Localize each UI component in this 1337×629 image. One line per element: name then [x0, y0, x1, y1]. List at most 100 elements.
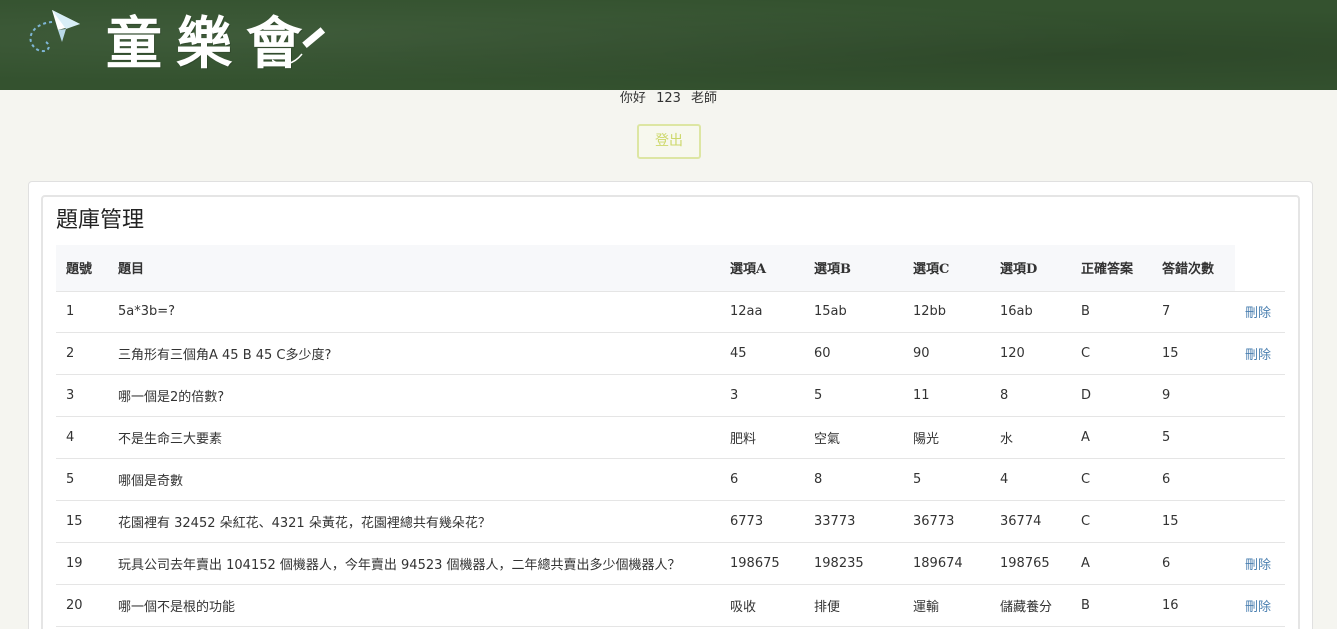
- logout-button[interactable]: 登出: [637, 124, 701, 159]
- user-name: 123: [656, 91, 681, 106]
- cell-id: 20: [56, 584, 108, 627]
- cell-option-b: 198235: [804, 542, 903, 585]
- cell-option-a: 6: [720, 458, 804, 501]
- cell-option-b: 空氣: [804, 416, 903, 459]
- cell-answer: B: [1071, 584, 1152, 627]
- delete-link[interactable]: 刪除: [1245, 558, 1271, 573]
- cell-option-d: 198765: [990, 542, 1071, 585]
- cell-option-d: 儲藏養分: [990, 584, 1071, 627]
- cell-question: 三角形有三個角A 45 B 45 C多少度?: [108, 332, 720, 375]
- table-row: 15 花園裡有 32452 朵紅花、4321 朵黃花，花園裡總共有幾朵花？ 6773…: [56, 500, 1285, 543]
- chalk-icon: [272, 27, 326, 65]
- cell-wrong-count: 6: [1152, 458, 1235, 501]
- cell-option-a: 6773: [720, 500, 804, 543]
- cell-wrong-count: 7: [1152, 291, 1235, 333]
- cell-answer: C: [1071, 458, 1152, 501]
- table-row: 2 三角形有三個角A 45 B 45 C多少度? 45 60 90 120 C 15 刪除: [56, 332, 1285, 375]
- cell-answer: D: [1071, 374, 1152, 417]
- cell-option-b: 60: [804, 332, 903, 375]
- cell-question: 不是生命三大要素: [108, 416, 720, 459]
- cell-actions: 刪除: [1235, 584, 1285, 627]
- cell-option-d: 120: [990, 332, 1071, 375]
- cell-wrong-count: 9: [1152, 374, 1235, 417]
- user-role: 老師: [691, 91, 718, 106]
- cell-option-c: 189674: [903, 542, 990, 585]
- cell-answer: C: [1071, 332, 1152, 375]
- cell-actions: [1235, 500, 1285, 543]
- cell-option-c: 36773: [903, 500, 990, 543]
- header-option-a: 選項A: [720, 245, 804, 292]
- greeting-text: 你好: [619, 91, 646, 106]
- cell-option-a: 12aa: [720, 291, 804, 333]
- cell-option-b: 5: [804, 374, 903, 417]
- cell-option-b: 15ab: [804, 291, 903, 333]
- cell-wrong-count: 15: [1152, 500, 1235, 543]
- table-row: 20 哪一個不是根的功能 吸收 排便 運輸 儲藏養分 B 16 刪除: [56, 584, 1285, 627]
- cell-question: 哪一個不是根的功能: [108, 584, 720, 627]
- header-question: 題目: [108, 245, 720, 292]
- header-wrong-count: 答錯次數: [1152, 245, 1235, 292]
- cell-id: 5: [56, 458, 108, 501]
- header-banner: 童樂會: [0, 0, 1337, 90]
- page-title: 題庫管理: [56, 208, 145, 233]
- table-row: 5 哪個是奇數 6 8 5 4 C 6: [56, 458, 1285, 501]
- question-table: 題號 題目 選項A 選項B 選項C 選項D 正確答案 答錯次數 1 5a*3b=?…: [56, 245, 1285, 627]
- table-row: 3 哪一個是2的倍數? 3 5 11 8 D 9: [56, 374, 1285, 417]
- cell-question: 花園裡有 32452 朵紅花、4321 朵黃花，花園裡總共有幾朵花？: [108, 500, 720, 543]
- table-row: 1 5a*3b=? 12aa 15ab 12bb 16ab B 7 刪除: [56, 291, 1285, 333]
- cell-actions: 刪除: [1235, 291, 1285, 333]
- cell-id: 2: [56, 332, 108, 375]
- table-row: 4 不是生命三大要素 肥料 空氣 陽光水 A 5: [56, 416, 1285, 459]
- cell-option-c: 運輸: [903, 584, 990, 627]
- cell-option-d: 8: [990, 374, 1071, 417]
- cell-option-a: 吸收: [720, 584, 804, 627]
- cell-actions: [1235, 374, 1285, 417]
- table-row: 19 玩具公司去年賣出 104152 個機器人，今年賣出 94523 個機器人，二…: [56, 542, 1285, 585]
- header-answer: 正確答案: [1071, 245, 1152, 292]
- cell-option-b: 8: [804, 458, 903, 501]
- cell-option-a: 45: [720, 332, 804, 375]
- header-option-c: 選項C: [903, 245, 990, 292]
- cell-actions: 刪除: [1235, 542, 1285, 585]
- cell-option-c: 12bb: [903, 291, 990, 333]
- delete-link[interactable]: 刪除: [1245, 600, 1271, 615]
- cell-id: 3: [56, 374, 108, 417]
- cell-answer: B: [1071, 291, 1152, 333]
- table-header-row: 題號 題目 選項A 選項B 選項C 選項D 正確答案 答錯次數: [56, 245, 1285, 292]
- cell-id: 15: [56, 500, 108, 543]
- header-option-b: 選項B: [804, 245, 903, 292]
- cell-option-c: 陽光: [903, 416, 990, 459]
- delete-link[interactable]: 刪除: [1245, 306, 1271, 321]
- cell-id: 4: [56, 416, 108, 459]
- cell-option-a: 3: [720, 374, 804, 417]
- cell-option-d: 16ab: [990, 291, 1071, 333]
- cell-id: 1: [56, 291, 108, 333]
- cell-option-d: 4: [990, 458, 1071, 501]
- cell-wrong-count: 6: [1152, 542, 1235, 585]
- cell-option-d: 水: [990, 416, 1071, 459]
- cell-actions: [1235, 416, 1285, 459]
- cell-option-a: 肥料: [720, 416, 804, 459]
- paper-plane-icon: [29, 10, 80, 52]
- header-id: 題號: [56, 245, 108, 292]
- cell-question: 5a*3b=?: [108, 291, 720, 333]
- cell-option-b: 33773: [804, 500, 903, 543]
- cell-actions: [1235, 458, 1285, 501]
- cell-answer: C: [1071, 500, 1152, 543]
- user-greeting: 你好 123 老師: [0, 90, 1337, 108]
- cell-actions: 刪除: [1235, 332, 1285, 375]
- cell-option-a: 198675: [720, 542, 804, 585]
- site-logo[interactable]: 童樂會: [22, 2, 332, 88]
- cell-question: 玩具公司去年賣出 104152 個機器人，今年賣出 94523 個機器人，二年總…: [108, 542, 720, 585]
- delete-link[interactable]: 刪除: [1245, 348, 1271, 363]
- cell-option-b: 排便: [804, 584, 903, 627]
- header-actions: [1235, 245, 1285, 292]
- cell-question: 哪一個是2的倍數?: [108, 374, 720, 417]
- cell-wrong-count: 15: [1152, 332, 1235, 375]
- cell-answer: A: [1071, 542, 1152, 585]
- cell-option-c: 90: [903, 332, 990, 375]
- cell-id: 19: [56, 542, 108, 585]
- cell-wrong-count: 5: [1152, 416, 1235, 459]
- cell-option-c: 11: [903, 374, 990, 417]
- cell-wrong-count: 16: [1152, 584, 1235, 627]
